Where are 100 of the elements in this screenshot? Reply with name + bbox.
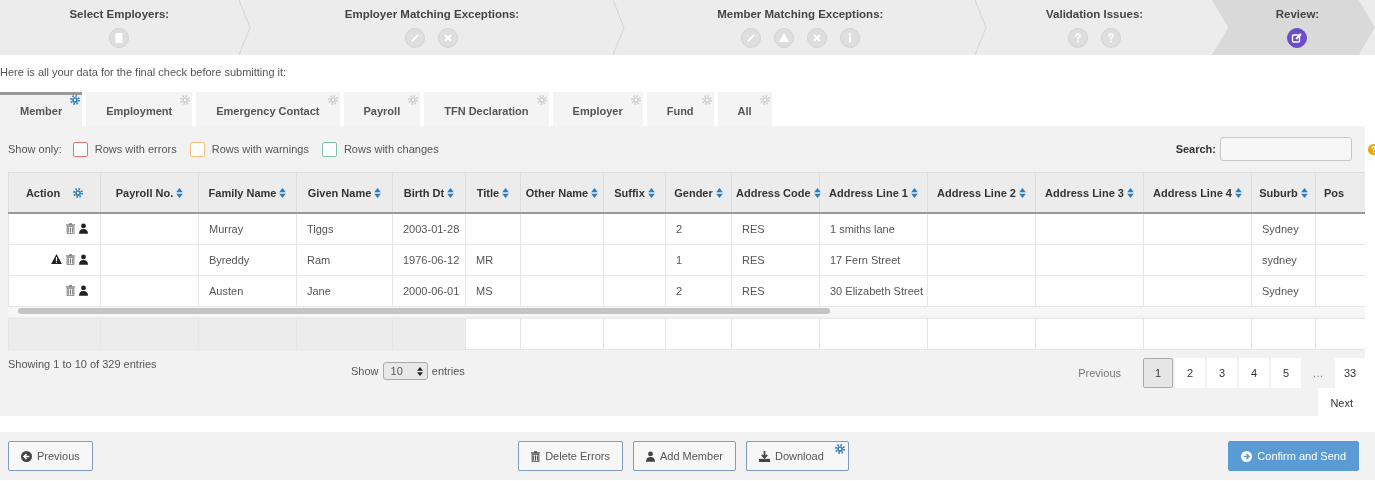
column-header[interactable]: Suburb: [1251, 172, 1316, 213]
tab[interactable]: Emergency Contact: [196, 92, 340, 126]
table-cell: Sydney: [1251, 213, 1316, 245]
trash-icon[interactable]: [66, 222, 75, 234]
tab[interactable]: Fund: [646, 92, 714, 126]
settings-icon[interactable]: [834, 444, 845, 454]
filter-checkbox[interactable]: [321, 141, 337, 157]
sort-icon[interactable]: [647, 187, 655, 198]
column-header[interactable]: Payroll No.: [100, 172, 199, 213]
user-icon[interactable]: [79, 222, 88, 234]
column-header[interactable]: Other Name: [520, 172, 604, 213]
settings-icon[interactable]: [73, 187, 84, 198]
tab[interactable]: Payroll: [343, 92, 421, 126]
page-button[interactable]: 5: [1271, 358, 1301, 388]
table-cell: Byreddy: [198, 244, 297, 276]
page-button[interactable]: 2: [1175, 358, 1205, 388]
step-title: Select Employers:: [69, 7, 170, 20]
next-page-button[interactable]: Next: [1318, 388, 1365, 418]
filter-option-label[interactable]: Rows with changes: [343, 143, 439, 155]
entries-select[interactable]: 10: [382, 362, 428, 380]
step-title: Validation Issues:: [1046, 7, 1144, 20]
sort-icon[interactable]: [502, 187, 510, 198]
warning-icon: [51, 254, 62, 265]
table-cell: 2: [665, 275, 732, 307]
tab[interactable]: All: [717, 92, 772, 126]
page-button[interactable]: 3: [1207, 358, 1237, 388]
spinner-icon[interactable]: [416, 366, 423, 376]
sort-icon[interactable]: [1234, 187, 1242, 198]
table-cell: Sydney: [1251, 275, 1316, 307]
action-button[interactable]: Previous: [8, 441, 93, 471]
sort-icon[interactable]: [447, 187, 455, 198]
column-header[interactable]: Pos: [1315, 172, 1365, 213]
sort-icon[interactable]: [1126, 187, 1134, 198]
user-icon[interactable]: [645, 450, 655, 462]
trash-icon[interactable]: [531, 450, 541, 462]
table-cell: sydney: [1251, 244, 1316, 276]
edit-icon[interactable]: [1287, 27, 1308, 48]
sort-icon[interactable]: [1018, 187, 1026, 198]
page-button[interactable]: 1: [1143, 358, 1173, 388]
sort-icon[interactable]: [279, 187, 287, 198]
table-cell: 17 Fern Street: [819, 244, 928, 276]
table-cell: 1: [665, 244, 732, 276]
column-header[interactable]: Address Line 1: [819, 172, 928, 213]
filter-checkbox[interactable]: [189, 141, 205, 157]
column-header[interactable]: Gender: [665, 172, 732, 213]
filter-checkbox[interactable]: [72, 141, 88, 157]
column-header[interactable]: Given Name: [296, 172, 393, 213]
column-header[interactable]: Address Line 3: [1035, 172, 1144, 213]
action-button[interactable]: Download: [745, 441, 849, 471]
column-header[interactable]: Address Line 2: [927, 172, 1036, 213]
current-wizard-step[interactable]: Review:: [1211, 0, 1375, 55]
table-cell: 2003-01-28: [392, 213, 466, 245]
trash-icon[interactable]: [66, 284, 75, 296]
table-cell: RES: [731, 275, 820, 307]
table-cell: RES: [731, 244, 820, 276]
column-header[interactable]: Address Line 4: [1143, 172, 1252, 213]
step-separator: [238, 0, 251, 55]
sort-icon[interactable]: [715, 187, 723, 198]
page-button[interactable]: 4: [1239, 358, 1269, 388]
user-icon[interactable]: [79, 253, 88, 265]
column-header[interactable]: Suffix: [603, 172, 666, 213]
sort-icon[interactable]: [591, 187, 599, 198]
tab[interactable]: Employer: [552, 92, 643, 126]
table-cell: 30 Elizabeth Street: [819, 275, 928, 307]
column-header[interactable]: Title: [465, 172, 521, 213]
show-label: Show: [351, 365, 379, 377]
sort-icon[interactable]: [1300, 187, 1308, 198]
page-button[interactable]: 33: [1335, 358, 1365, 388]
table-cell: Austen: [198, 275, 297, 307]
step-title: Employer Matching Exceptions:: [344, 7, 520, 20]
table-cell: Tiggs: [296, 213, 393, 245]
column-header[interactable]: Family Name: [198, 172, 297, 213]
column-header[interactable]: Action: [8, 172, 101, 213]
table-cell: MR: [465, 244, 521, 276]
filter-option-label[interactable]: Rows with errors: [94, 143, 177, 155]
user-icon[interactable]: [79, 284, 88, 296]
filter-label: Show only:: [8, 143, 62, 155]
settings-icon[interactable]: [70, 95, 81, 105]
search-field[interactable]: [1220, 137, 1352, 161]
column-header[interactable]: Address Code: [731, 172, 820, 213]
tab[interactable]: TFN Declaration: [424, 92, 549, 126]
tab[interactable]: Member: [0, 92, 83, 126]
sort-icon[interactable]: [910, 187, 918, 198]
column-header[interactable]: Birth Dt: [392, 172, 466, 213]
trash-icon[interactable]: [66, 253, 75, 265]
filter-option-label[interactable]: Rows with warnings: [211, 143, 309, 155]
search-label: Search:: [1175, 143, 1216, 155]
arrow-left-icon: [21, 450, 32, 462]
sort-icon[interactable]: [813, 187, 821, 198]
sort-icon[interactable]: [374, 187, 382, 198]
download-icon: [758, 450, 770, 462]
sort-icon[interactable]: [176, 187, 184, 198]
tab[interactable]: Employment: [86, 92, 193, 126]
action-button[interactable]: Add Member: [632, 441, 736, 471]
table-cell: 2000-06-01: [392, 275, 466, 307]
action-button[interactable]: Delete Errors: [518, 441, 623, 471]
horizontal-scrollbar[interactable]: [8, 307, 1365, 316]
step-separator: [975, 0, 988, 55]
entries-label: entries: [431, 365, 465, 377]
wizard-step[interactable]: Select Employers:: [0, 0, 239, 55]
